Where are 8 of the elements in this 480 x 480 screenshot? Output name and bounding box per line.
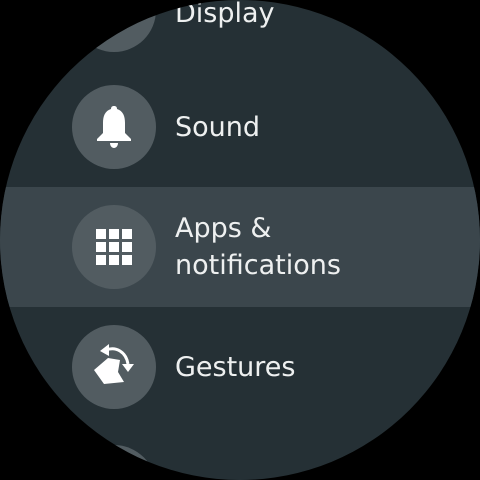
bell-icon [94, 105, 134, 149]
item-label: Apps & notifications [175, 212, 341, 283]
item-label: Gestures [175, 350, 296, 384]
list-item[interactable]: Gestures [0, 307, 480, 427]
selected-list-item[interactable]: Apps & notifications [0, 187, 480, 307]
grid-icon [96, 229, 132, 265]
list-item[interactable]: Sound [0, 67, 480, 187]
item-label: Sound [175, 110, 260, 144]
